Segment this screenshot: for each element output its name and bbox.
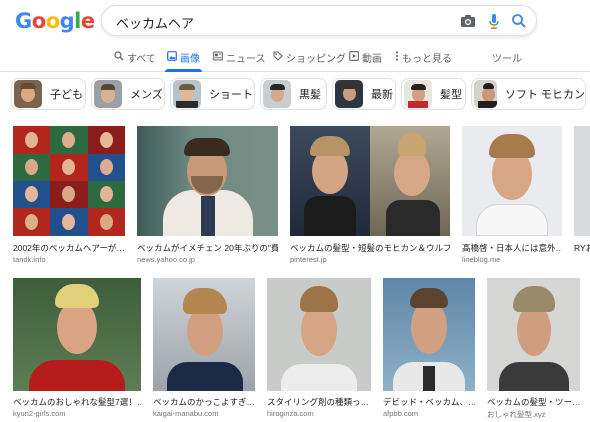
image-icon (167, 50, 177, 64)
result-caption[interactable]: ベッカムのかっこよすぎ… (153, 396, 255, 408)
chip-thumbnail (173, 80, 201, 108)
tab-all[interactable]: すべて (114, 48, 156, 66)
result-source: hiroginza.com (267, 409, 314, 418)
logo-letter: l (74, 9, 81, 33)
logo-letter: o (31, 9, 46, 33)
search-icon[interactable] (510, 12, 528, 30)
result-thumbnail[interactable] (462, 126, 562, 236)
result-source: lineblog.me (462, 255, 501, 264)
result-thumbnail[interactable] (574, 126, 590, 236)
logo-letter: G (15, 9, 32, 33)
result-thumbnail[interactable] (383, 278, 475, 391)
image-result[interactable]: 髙橋啓・日本人には意外… lineblog.me (462, 126, 562, 266)
chip-mens[interactable]: メンズ (91, 78, 165, 110)
image-result[interactable]: ベッカムの髪型・短髪のモヒカン＆ウルフ… pinterest.jp (290, 126, 450, 266)
more-vert-icon (395, 51, 399, 64)
tab-news[interactable]: ニュース (213, 48, 266, 66)
image-result[interactable]: 2002年のベッカムヘアーが… tandk.info (13, 126, 125, 266)
result-caption[interactable]: ベッカムの髪型・ツー… (487, 396, 580, 408)
tab-label: 画像 (180, 53, 200, 65)
tab-shopping[interactable]: ショッピング (273, 48, 346, 66)
result-thumbnail[interactable] (153, 278, 255, 391)
tab-label: ショッピング (286, 53, 346, 65)
result-source: news.yahoo.co.jp (137, 255, 195, 264)
result-caption[interactable]: ベッカムのおしゃれな髪型7選！… (13, 396, 141, 408)
image-result[interactable]: デビッド・ベッカム、… afpbb.com (383, 278, 475, 418)
result-thumbnail[interactable] (487, 278, 580, 391)
chip-thumbnail (335, 80, 363, 108)
chip-kamigata[interactable]: 髪型 (401, 78, 466, 110)
chip-short[interactable]: ショート (170, 78, 255, 110)
result-caption[interactable]: 2002年のベッカムヘアーが… (13, 242, 125, 254)
chip-label: 黒髪 (299, 89, 321, 101)
microphone-icon[interactable] (485, 12, 503, 30)
image-result[interactable]: ベッカムがイメチェン 20年ぶりの"費… news.yahoo.co.jp (137, 126, 278, 266)
tab-more[interactable]: もっと見る (395, 48, 452, 66)
image-result[interactable]: RYお (574, 126, 590, 266)
tab-label: ニュース (226, 53, 266, 65)
chip-thumbnail (474, 80, 497, 108)
chip-thumbnail (263, 80, 291, 108)
result-caption[interactable]: ベッカムの髪型・短髪のモヒカン＆ウルフ… (290, 242, 450, 254)
chip-label: ショート (209, 89, 253, 101)
shopping-tag-icon (273, 50, 283, 64)
image-result[interactable]: ベッカムの髪型・ツー… おしゃれ髪型.xyz (487, 278, 580, 418)
google-logo[interactable]: Google (15, 9, 95, 33)
related-search-chips: 子ども メンズ ショート 黒髪 最新 髪型 ソフト モヒカン (0, 78, 590, 112)
news-icon (213, 50, 223, 64)
result-caption[interactable]: 髙橋啓・日本人には意外… (462, 242, 562, 254)
chip-kodomo[interactable]: 子ども (11, 78, 86, 110)
chip-label: 子ども (50, 89, 83, 101)
chip-label: 髪型 (440, 89, 462, 101)
chip-label: メンズ (130, 89, 163, 101)
result-source: pinterest.jp (290, 255, 327, 264)
chip-saishin[interactable]: 最新 (332, 78, 396, 110)
tab-label: すべて (127, 53, 156, 65)
chip-thumbnail (94, 80, 122, 108)
logo-letter: g (59, 9, 75, 33)
result-source: afpbb.com (383, 409, 419, 418)
tab-label: もっと見る (402, 53, 452, 65)
result-thumbnail[interactable] (137, 126, 278, 236)
chip-thumbnail (14, 80, 42, 108)
chip-label: ソフト モヒカン (504, 89, 585, 101)
image-result[interactable]: スタイリング剤の種類っ… hiroginza.com (267, 278, 371, 418)
result-thumbnail[interactable] (267, 278, 371, 391)
result-caption[interactable]: デビッド・ベッカム、… (383, 396, 475, 408)
chip-soft-mohican[interactable]: ソフト モヒカン (471, 78, 586, 110)
video-play-icon (349, 50, 359, 64)
header-bar: Google ベッカムヘア すべて 画像 ニュース ショッピング 動画 もっと見… (0, 0, 590, 72)
result-source: kaigai-manabu.com (153, 409, 219, 418)
camera-icon[interactable] (459, 12, 477, 30)
result-caption[interactable]: スタイリング剤の種類っ… (267, 396, 371, 408)
search-box[interactable]: ベッカムヘア (101, 5, 537, 36)
result-thumbnail-collage[interactable] (13, 126, 125, 236)
tab-label: ツール (492, 53, 522, 65)
search-icon (114, 50, 124, 64)
chip-label: 最新 (371, 89, 393, 101)
logo-letter: o (45, 9, 60, 33)
chip-thumbnail (404, 80, 432, 108)
chip-kurokami[interactable]: 黒髪 (260, 78, 327, 110)
image-result[interactable]: ベッカムのおしゃれな髪型7選！… kyun2-girls.com (13, 278, 141, 418)
result-source: tandk.info (13, 255, 46, 264)
tab-label: 動画 (362, 53, 382, 65)
result-source: おしゃれ髪型.xyz (487, 410, 546, 418)
tab-images[interactable]: 画像 (165, 48, 202, 72)
result-caption[interactable]: ベッカムがイメチェン 20年ぶりの"費… (137, 242, 278, 254)
search-tabs: すべて 画像 ニュース ショッピング 動画 もっと見る ツール (0, 44, 590, 72)
image-result[interactable]: ベッカムのかっこよすぎ… kaigai-manabu.com (153, 278, 255, 418)
search-input[interactable]: ベッカムヘア (116, 13, 194, 32)
logo-letter: e (80, 9, 95, 33)
tab-tools[interactable]: ツール (492, 48, 522, 66)
tab-videos[interactable]: 動画 (349, 48, 382, 66)
result-caption[interactable]: RYお (574, 242, 590, 254)
result-thumbnail[interactable] (290, 126, 450, 236)
result-thumbnail[interactable] (13, 278, 141, 391)
result-source: kyun2-girls.com (13, 409, 66, 418)
